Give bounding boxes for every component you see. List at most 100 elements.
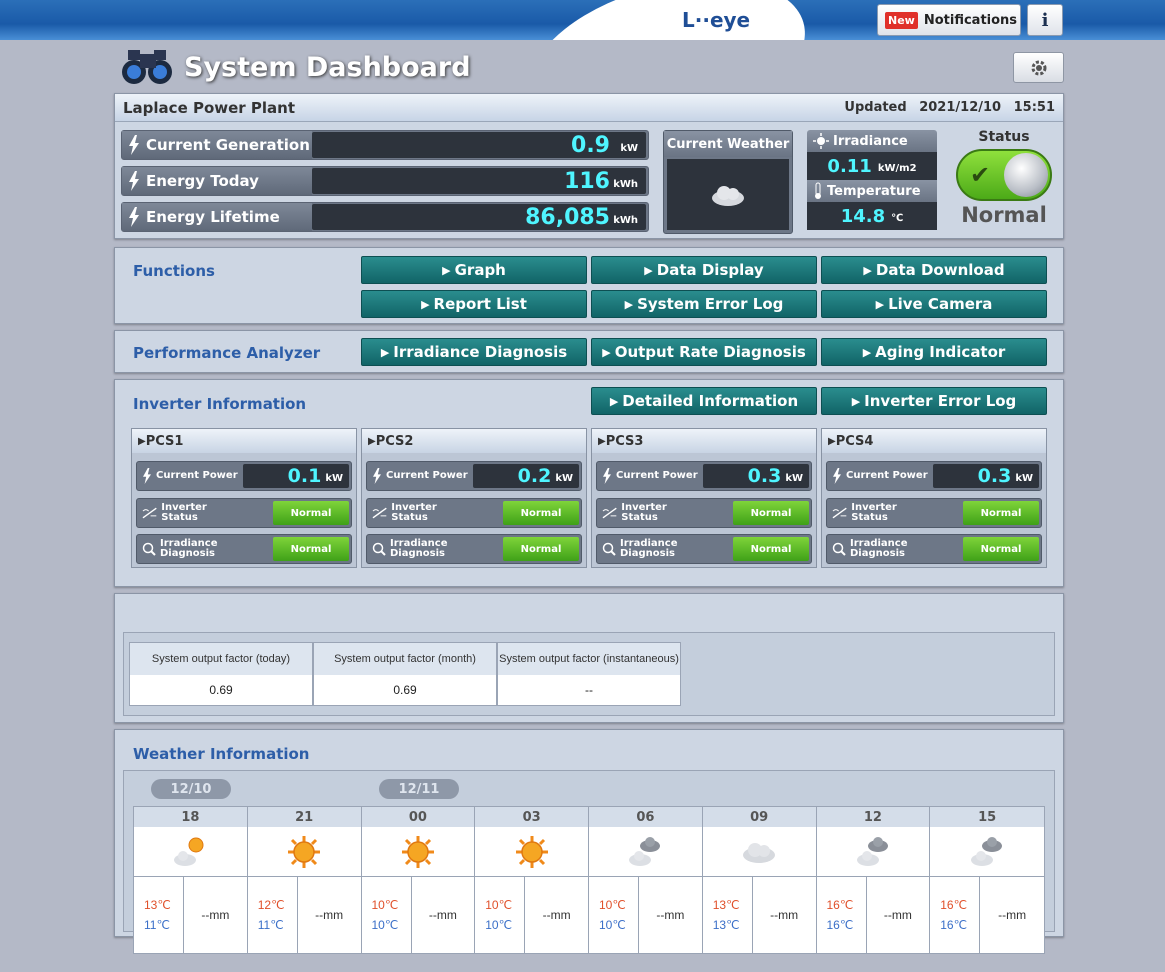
current-generation-row: Current Generation 0.9 kW: [121, 130, 649, 160]
pcs-irradiance-row: Irradiance Diagnosis Normal: [826, 534, 1042, 564]
pcs-name: PCS4: [835, 433, 874, 449]
sun-icon: [813, 133, 829, 149]
updated-time: 15:51: [1013, 100, 1055, 115]
pcs-card: ▶ PCS3 Current Power 0.3 kW Inverter Statu…: [591, 428, 817, 568]
output-factor-panel: System output factor (today) 0.69 System …: [114, 593, 1064, 723]
output-factor-cell: System output factor (instantaneous) --: [497, 642, 681, 706]
energy-lifetime-row: Energy Lifetime 86,085 kWh: [121, 202, 649, 232]
temp-low: 16℃: [940, 918, 968, 932]
energy-today-row: Energy Today 116 kWh: [121, 166, 649, 196]
detailed-information-button[interactable]: ▶ Detailed Information: [591, 387, 817, 415]
inverter-status-label: Inverter Status: [161, 502, 207, 523]
live-camera-button-label: Live Camera: [888, 295, 993, 313]
pcs-power-unit: kW: [555, 473, 573, 484]
system-error-log-button[interactable]: ▶ System Error Log: [591, 290, 817, 318]
status-title: Status: [978, 129, 1030, 145]
data-download-button[interactable]: ▶ Data Download: [821, 256, 1047, 284]
pcs-card: ▶ PCS1 Current Power 0.1 kW Inverter Statu…: [131, 428, 357, 568]
irradiance-diagnosis-button[interactable]: ▶ Irradiance Diagnosis: [361, 338, 587, 366]
forecast-column: 06 10℃ 10℃ --mm: [589, 807, 703, 953]
info-button[interactable]: i: [1027, 4, 1063, 36]
irradiance-diagnosis-label: Irradiance Diagnosis: [390, 539, 448, 559]
forecast-hour: 09: [702, 807, 816, 827]
magnifier-icon: [602, 542, 616, 556]
irr-label-2: Diagnosis: [160, 548, 215, 559]
arrow-icon: ▶: [368, 435, 376, 447]
date-pill: 12/11: [379, 779, 459, 799]
forecast-column: 21 12℃ 11℃ --mm: [247, 807, 362, 953]
graph-button[interactable]: ▶ Graph: [361, 256, 587, 284]
forecast-temps: 10℃ 10℃ --mm: [362, 877, 475, 953]
inverter-error-log-button[interactable]: ▶ Inverter Error Log: [821, 387, 1047, 415]
forecast-temps: 10℃ 10℃ --mm: [589, 877, 702, 953]
forecast-hour: 03: [475, 807, 588, 827]
detailed-information-button-label: Detailed Information: [622, 392, 799, 410]
irradiance-value: 0.11: [827, 155, 872, 177]
clouds-icon: [589, 827, 702, 877]
pcs-power-value: 0.1: [287, 465, 322, 487]
status-box: Status ✔ Normal: [945, 124, 1063, 238]
irradiance-status-badge: Normal: [503, 537, 579, 561]
temp-high: 13℃: [144, 898, 171, 912]
rainfall: --mm: [883, 908, 912, 922]
pcs-power-value: 0.3: [747, 465, 782, 487]
weather-forecast-table: 18 13℃ 11℃ --mm 21 12℃ 11℃ --mm 00 10℃ 10℃ --mm 03 10…: [133, 806, 1045, 954]
live-camera-button[interactable]: ▶ Live Camera: [821, 290, 1047, 318]
notifications-button[interactable]: New Notifications: [877, 4, 1021, 36]
system-error-log-button-label: System Error Log: [637, 295, 784, 313]
pcs-status-row: Inverter Status Normal: [136, 498, 352, 528]
inverter-status-badge: Normal: [273, 501, 349, 525]
forecast-hour: 21: [247, 807, 361, 827]
status-value: Normal: [961, 203, 1047, 227]
output-rate-diagnosis-button[interactable]: ▶ Output Rate Diagnosis: [591, 338, 817, 366]
bolt-icon: [129, 171, 139, 191]
pcs-status-row: Inverter Status Normal: [596, 498, 812, 528]
date-pill: 12/10: [151, 779, 231, 799]
forecast-column: 03 10℃ 10℃ --mm: [475, 807, 589, 953]
pcs-power-value: 0.3: [977, 465, 1012, 487]
analyzer-title: Performance Analyzer: [133, 344, 321, 362]
temperature-unit: ℃: [891, 213, 904, 224]
temp-high: 10℃: [371, 898, 399, 912]
pcs-power-unit: kW: [325, 473, 343, 484]
output-factor-cell: System output factor (today) 0.69: [129, 642, 313, 706]
updated-info: Updated 2021/12/10 15:51: [836, 100, 1055, 115]
rainfall: --mm: [542, 908, 571, 922]
settings-button[interactable]: [1013, 52, 1064, 83]
energy-lifetime-value: 86,085: [525, 204, 610, 230]
forecast-temps: 12℃ 11℃ --mm: [248, 877, 361, 953]
plant-name: Laplace Power Plant: [123, 98, 296, 117]
temp-low: 16℃: [826, 918, 854, 932]
aging-indicator-button[interactable]: ▶ Aging Indicator: [821, 338, 1047, 366]
factor-value: --: [498, 675, 680, 705]
bolt-icon: [129, 207, 139, 227]
report-list-button[interactable]: ▶ Report List: [361, 290, 587, 318]
irradiance-diagnosis-label: Irradiance Diagnosis: [160, 539, 218, 559]
pcs-status-row: Inverter Status Normal: [366, 498, 582, 528]
sun-icon: [475, 827, 588, 877]
energy-lifetime-label: Energy Lifetime: [146, 208, 280, 226]
pcs-power-row: Current Power 0.1 kW: [136, 461, 352, 491]
updated-label: Updated: [844, 100, 907, 115]
forecast-column: 15 16℃ 16℃ --mm: [930, 807, 1044, 953]
pcs-irradiance-row: Irradiance Diagnosis Normal: [366, 534, 582, 564]
pcs-status-row: Inverter Status Normal: [826, 498, 1042, 528]
forecast-hour: 00: [361, 807, 475, 827]
energy-today-label: Energy Today: [146, 172, 259, 190]
new-badge: New: [885, 11, 918, 29]
forecast-temps: 10℃ 10℃ --mm: [475, 877, 588, 953]
data-display-button[interactable]: ▶ Data Display: [591, 256, 817, 284]
bolt-icon: [143, 468, 151, 484]
factor-label: System output factor (instantaneous): [498, 643, 680, 675]
factor-label: System output factor (month): [314, 643, 496, 675]
irradiance-diagnosis-button-label: Irradiance Diagnosis: [393, 343, 568, 361]
energy-lifetime-unit: kWh: [613, 215, 638, 226]
forecast-temps: 13℃ 13℃ --mm: [703, 877, 816, 953]
irradiance-temp-box: Irradiance 0.11 kW/m2 Temperature 14.8 ℃: [807, 130, 937, 234]
pcs-power-row: Current Power 0.3 kW: [826, 461, 1042, 491]
temp-high: 10℃: [599, 898, 626, 912]
toggle-knob: [1004, 153, 1048, 197]
factor-label: System output factor (today): [130, 643, 312, 675]
energy-today-value: 116: [564, 168, 610, 194]
temp-low: 10℃: [599, 918, 626, 932]
